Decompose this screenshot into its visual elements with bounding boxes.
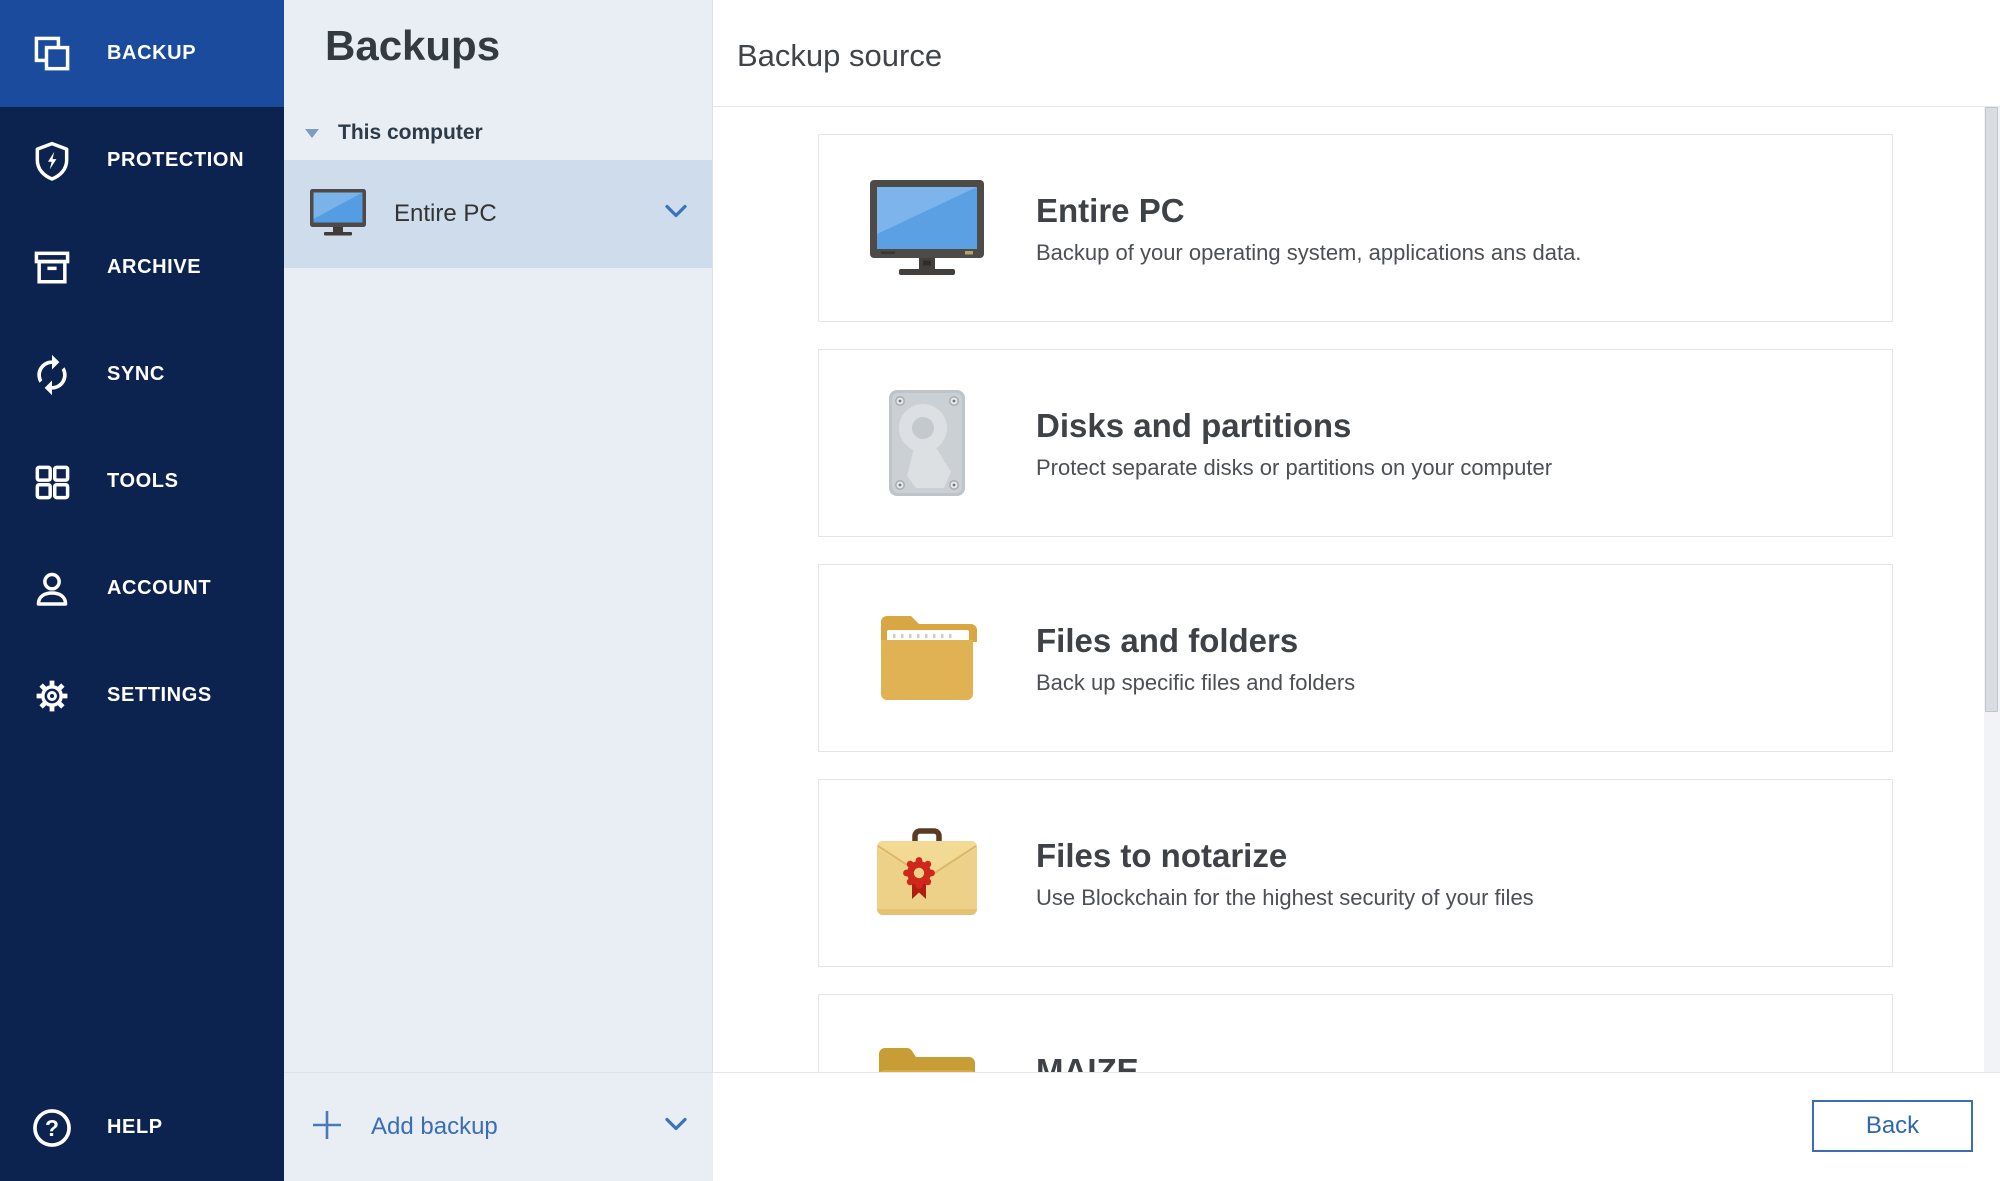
group-this-computer[interactable]: This computer [284, 111, 712, 155]
card-subtitle: Backup of your operating system, applica… [1036, 238, 1581, 268]
card-title: Entire PC [1036, 190, 1581, 232]
backup-list-item-entire-pc[interactable]: Entire PC [284, 160, 712, 268]
panel-title: Backups [325, 20, 712, 72]
chevron-down-icon[interactable] [662, 1111, 690, 1144]
sidebar-item-label: SYNC [107, 363, 165, 386]
back-button[interactable]: Back [1812, 1100, 1973, 1152]
main-header: Backup source [713, 0, 2000, 107]
account-icon [30, 567, 74, 611]
page-title: Backup source [713, 32, 942, 74]
card-files-and-folders[interactable]: Files and folders Back up specific files… [818, 564, 1893, 752]
plus-icon [310, 1108, 344, 1147]
add-backup-button[interactable]: Add backup [284, 1072, 713, 1181]
sidebar-item-label: TOOLS [107, 470, 179, 493]
card-subtitle: Back up specific files and folders [1036, 668, 1355, 698]
scrollbar-track[interactable] [1984, 107, 2000, 1073]
sidebar-item-backup[interactable]: BACKUP [0, 0, 284, 107]
add-backup-label: Add backup [371, 1113, 498, 1141]
footer: Back [713, 1072, 2000, 1181]
archive-icon [30, 246, 74, 290]
main-area: Backup source Entire PC Backup of your [713, 0, 2000, 1181]
sidebar: BACKUP PROTECTION ARCHIVE SYNC [0, 0, 284, 1181]
card-title: Files to notarize [1036, 835, 1534, 877]
sidebar-item-help[interactable]: ? HELP [0, 1074, 284, 1181]
sidebar-item-label: HELP [107, 1116, 163, 1139]
card-disks-and-partitions[interactable]: Disks and partitions Protect separate di… [818, 349, 1893, 537]
group-label: This computer [338, 121, 483, 145]
sidebar-item-label: SETTINGS [107, 684, 212, 707]
scrollbar-thumb[interactable] [1985, 107, 1998, 712]
sidebar-item-label: BACKUP [107, 42, 196, 65]
help-icon: ? [30, 1106, 74, 1150]
sidebar-item-archive[interactable]: ARCHIVE [0, 214, 284, 321]
chevron-down-icon[interactable] [662, 198, 690, 231]
hard-drive-icon [869, 390, 985, 496]
monitor-icon [309, 188, 367, 241]
backup-icon [30, 32, 74, 76]
sync-icon [30, 353, 74, 397]
sidebar-item-label: PROTECTION [107, 149, 244, 172]
sidebar-item-settings[interactable]: SETTINGS [0, 642, 284, 749]
folder-open-icon [869, 612, 985, 704]
sidebar-item-tools[interactable]: TOOLS [0, 428, 284, 535]
card-subtitle: Use Blockchain for the highest security … [1036, 883, 1534, 913]
backup-source-list: Entire PC Backup of your operating syste… [713, 108, 2000, 1181]
backup-item-label: Entire PC [394, 200, 497, 228]
settings-icon [30, 674, 74, 718]
sidebar-item-label: ACCOUNT [107, 577, 211, 600]
protection-icon [30, 139, 74, 183]
card-title: Disks and partitions [1036, 405, 1552, 447]
briefcase-seal-icon [869, 827, 985, 919]
triangle-down-icon[interactable] [305, 129, 319, 138]
sidebar-item-label: ARCHIVE [107, 256, 201, 279]
card-entire-pc[interactable]: Entire PC Backup of your operating syste… [818, 134, 1893, 322]
monitor-icon [869, 178, 985, 278]
sidebar-item-account[interactable]: ACCOUNT [0, 535, 284, 642]
card-title: Files and folders [1036, 620, 1355, 662]
svg-text:?: ? [45, 1115, 59, 1141]
card-subtitle: Protect separate disks or partitions on … [1036, 453, 1552, 483]
sidebar-item-protection[interactable]: PROTECTION [0, 107, 284, 214]
card-files-to-notarize[interactable]: Files to notarize Use Blockchain for the… [818, 779, 1893, 967]
tools-icon [30, 460, 74, 504]
sidebar-item-sync[interactable]: SYNC [0, 321, 284, 428]
backups-panel: Backups This computer Entire PC [284, 0, 713, 1181]
